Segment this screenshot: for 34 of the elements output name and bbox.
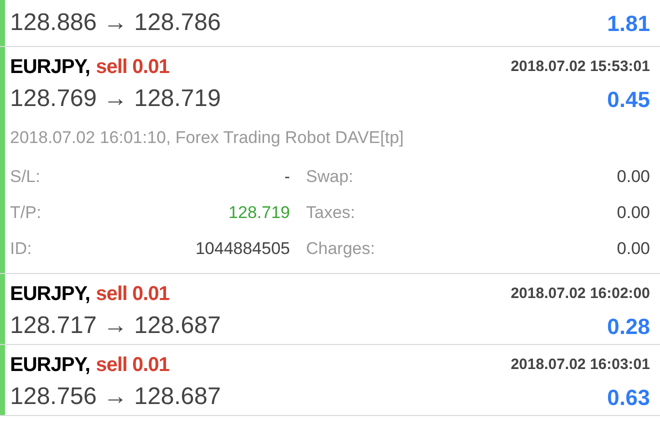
- order-type: sell 0.01: [96, 353, 170, 378]
- order-type: sell 0.01: [96, 55, 170, 80]
- trade-row[interactable]: EURJPY, sell 0.01 2018.07.02 16:02:00 128.717 → 128.687 0.28: [5, 274, 660, 344]
- profit: 0.28: [607, 312, 650, 340]
- trade-row[interactable]: EURJPY, sell 0.01 2018.07.02 15:53:01 128.769 → 128.719 0.45 2018.07.02 16:01:10, Forex Trading Robot DAVE[tp] S/L: - Swap: 0.00 T/P: 128.719 Taxes: 0.00 ID: 1044884505 Charges: 0.00: [5, 47, 660, 273]
- field-value: -: [283, 166, 290, 188]
- field-label: ID:: [10, 238, 33, 260]
- field-value: 128.719: [228, 202, 290, 224]
- trade-time: 2018.07.02 16:02:00: [510, 284, 650, 304]
- field-label: S/L:: [10, 166, 42, 188]
- profit: 0.63: [607, 384, 650, 412]
- field-value: 0.00: [616, 202, 650, 224]
- order-type: sell 0.01: [96, 282, 170, 307]
- price-change: 128.769 → 128.719: [10, 84, 221, 114]
- symbol: EURJPY,: [10, 55, 90, 80]
- symbol: EURJPY,: [10, 353, 90, 378]
- price-change: 128.756 → 128.687: [10, 382, 221, 412]
- profit: 1.81: [607, 10, 650, 38]
- symbol: EURJPY,: [10, 282, 90, 307]
- field-label: Charges:: [305, 238, 376, 260]
- field-value: 0.00: [616, 166, 650, 188]
- field-value: 1044884505: [194, 238, 290, 260]
- trade-time: 2018.07.02 16:03:01: [510, 354, 650, 375]
- trade-row[interactable]: EURJPY, sell 0.01 2018.07.02 16:03:01 128.756 → 128.687 0.63: [5, 345, 660, 415]
- profit: 0.45: [607, 86, 650, 114]
- price-change: 128.717 → 128.687: [10, 311, 221, 341]
- trade-comment: 2018.07.02 16:01:10, Forex Trading Robot DAVE[tp]: [10, 127, 404, 150]
- field-value: 0.00: [616, 238, 650, 260]
- field-label: Swap:: [305, 166, 354, 188]
- price-change: 128.886 → 128.786: [10, 8, 221, 38]
- trade-row[interactable]: 128.886 → 128.786 1.81: [5, 0, 660, 46]
- trade-time: 2018.07.02 15:53:01: [510, 56, 650, 77]
- field-label: Taxes:: [305, 202, 356, 224]
- field-label: T/P:: [10, 202, 42, 224]
